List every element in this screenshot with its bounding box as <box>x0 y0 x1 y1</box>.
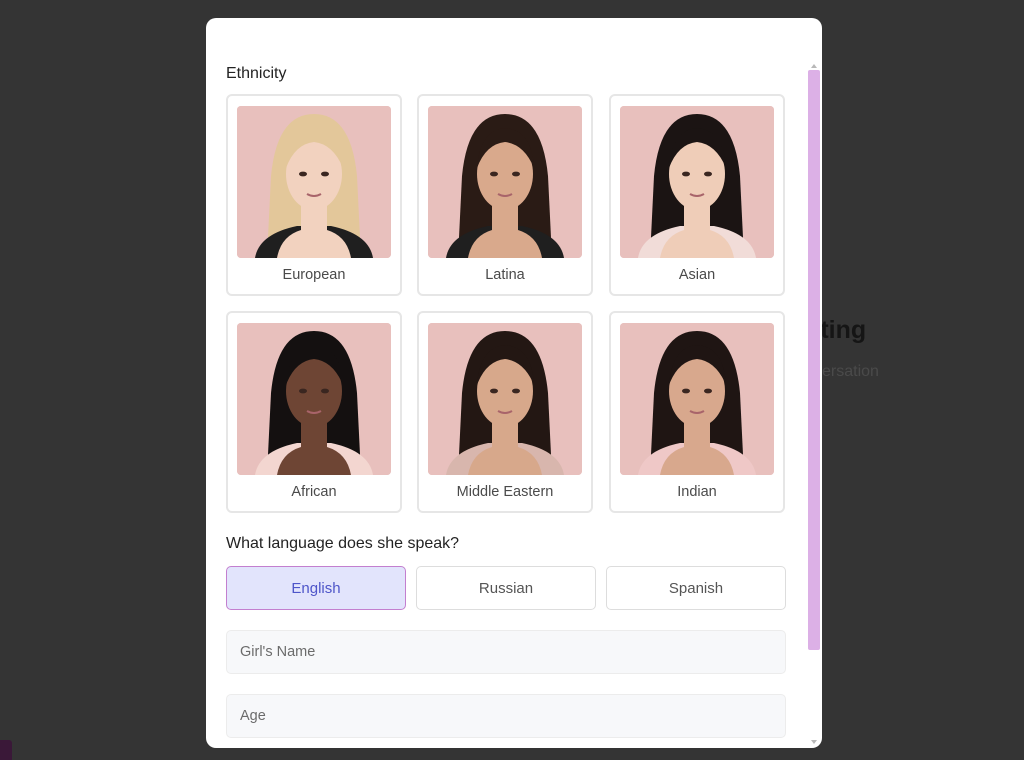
ethnicity-label-african: African <box>291 484 337 500</box>
portrait-photo <box>237 323 391 475</box>
ethnicity-option-african[interactable]: African <box>226 311 402 513</box>
portrait-photo <box>620 323 774 475</box>
ethnicity-label-middle-eastern: Middle Eastern <box>456 484 554 500</box>
ethnicity-option-asian[interactable]: Asian <box>609 94 785 296</box>
age-field[interactable] <box>226 694 786 738</box>
language-label: What language does she speak? <box>226 535 460 552</box>
portrait-photo <box>237 106 391 258</box>
portrait-photo <box>428 106 582 258</box>
scroll-down-icon[interactable] <box>808 734 820 744</box>
portrait-photo <box>428 323 582 475</box>
language-option-russian[interactable]: Russian <box>416 566 596 610</box>
scrollbar-thumb[interactable] <box>808 70 820 650</box>
background-corner-widget[interactable] <box>0 740 12 760</box>
ethnicity-label-asian: Asian <box>678 267 716 283</box>
character-creation-modal: Ethnicity European Latina Asian African Midd… <box>206 18 822 748</box>
background-subtitle: versation <box>814 363 879 380</box>
girls-name-field[interactable] <box>226 630 786 674</box>
ethnicity-label-european: European <box>282 267 346 283</box>
portrait-photo <box>620 106 774 258</box>
ethnicity-option-middle-eastern[interactable]: Middle Eastern <box>417 311 593 513</box>
ethnicity-option-latina[interactable]: Latina <box>417 94 593 296</box>
ethnicity-label: Ethnicity <box>226 65 287 82</box>
ethnicity-option-indian[interactable]: Indian <box>609 311 785 513</box>
scroll-up-icon[interactable] <box>808 58 820 68</box>
ethnicity-option-european[interactable]: European <box>226 94 402 296</box>
language-option-english[interactable]: English <box>226 566 406 610</box>
language-option-spanish[interactable]: Spanish <box>606 566 786 610</box>
ethnicity-label-latina: Latina <box>485 267 525 283</box>
ethnicity-label-indian: Indian <box>677 484 717 500</box>
